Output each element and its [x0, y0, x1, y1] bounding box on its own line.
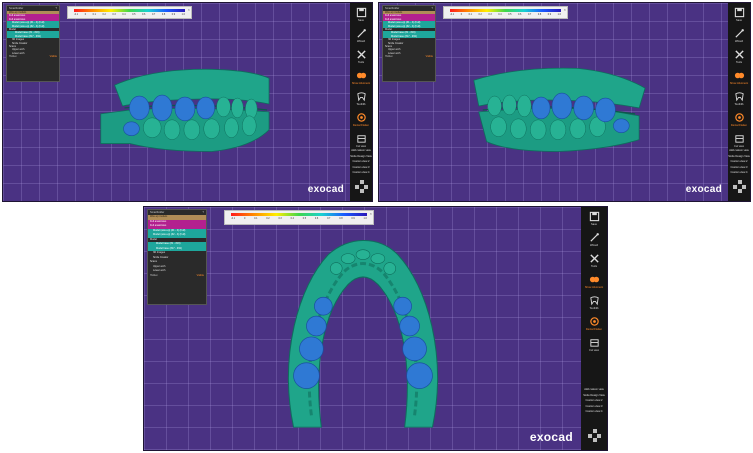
cut-view-icon [356, 135, 366, 143]
cut-view-icon [589, 339, 599, 347]
toothlib-icon [356, 92, 366, 102]
wizard-icon [356, 29, 366, 38]
custom-view-4-button[interactable]: Custom view 4 [730, 170, 747, 176]
smart-abutment-icon [589, 276, 599, 283]
dental-model-occlusal[interactable] [144, 207, 581, 450]
tooth-scheme-icon [589, 317, 599, 326]
custom-views-list: Add custom view Smile Design View Custom… [581, 387, 607, 415]
tooth-scheme-icon [734, 113, 744, 122]
dental-flatten-button[interactable]: Dental Flatten [586, 316, 602, 331]
wizard-button[interactable]: Wizard [353, 28, 369, 43]
screenshot-right-view: -0.1 0 0.1 0.2 0.3 0.4 0.5 0.6 0.7 0.8 0.9 1.0 × Sm… [378, 2, 751, 202]
view-navigation-pad[interactable] [588, 429, 601, 442]
custom-views-list: Add custom view Smile Design View Custom… [350, 148, 372, 176]
tools-button[interactable]: Tools [353, 49, 369, 64]
tools-button[interactable]: Tools [731, 49, 747, 64]
dental-flatten-button[interactable]: Dental Flatten [731, 112, 747, 127]
wizard-button[interactable]: Wizard [586, 232, 602, 247]
show-abutment-button[interactable]: Show Abutment [352, 70, 370, 85]
cut-view-icon [734, 135, 744, 143]
cut-view-button[interactable]: Cut view [731, 133, 747, 148]
show-abutment-button[interactable]: Show Abutment [585, 274, 603, 289]
3d-viewport[interactable]: -0.1 0 0.1 0.2 0.3 0.4 0.5 0.6 0.7 0.8 0.9 1.0 × Sm… [144, 207, 581, 450]
view-navigation-pad[interactable] [733, 180, 746, 193]
save-button[interactable]: Save [731, 7, 747, 22]
cut-view-button[interactable]: Cut view [586, 337, 602, 352]
custom-views-list: Add custom view Smile Design View Custom… [728, 148, 750, 176]
exocad-logo: exocad [307, 184, 344, 195]
3d-viewport[interactable]: -0.1 0 0.1 0.2 0.3 0.4 0.5 0.6 0.7 0.8 0.9 1.0 × Sm… [379, 3, 728, 201]
wizard-icon [589, 233, 599, 242]
toothlib-icon [589, 296, 599, 306]
toothlib-icon [734, 92, 744, 102]
wizard-button[interactable]: Wizard [731, 28, 747, 43]
toothlib-button[interactable]: Toothlib [353, 91, 369, 106]
cut-view-button[interactable]: Cut view [353, 133, 369, 148]
custom-view-4-button[interactable]: Custom view 4 [585, 409, 602, 415]
tools-icon [356, 50, 366, 59]
smart-abutment-icon [356, 72, 366, 79]
wizard-icon [734, 29, 744, 38]
custom-view-4-button[interactable]: Custom view 4 [352, 170, 369, 176]
dental-model-bite-left[interactable] [3, 3, 350, 201]
smart-abutment-icon [734, 72, 744, 79]
show-abutment-button[interactable]: Show Abutment [730, 70, 748, 85]
toothlib-button[interactable]: Toothlib [586, 295, 602, 310]
dental-flatten-button[interactable]: Dental Flatten [353, 112, 369, 127]
tooth-scheme-icon [356, 113, 366, 122]
exocad-logo: exocad [685, 184, 722, 195]
tools-button[interactable]: Tools [586, 253, 602, 268]
exocad-logo: exocad [529, 430, 573, 444]
3d-viewport[interactable]: -0.1 0 0.1 0.2 0.3 0.4 0.5 0.6 0.7 0.8 0.9 1.0 × Sm… [3, 3, 350, 201]
tools-icon [734, 50, 744, 59]
screenshot-occlusal-view: -0.1 0 0.1 0.2 0.3 0.4 0.5 0.6 0.7 0.8 0.9 1.0 × Sm… [143, 206, 608, 451]
screenshot-left-view: -0.1 0 0.1 0.2 0.3 0.4 0.5 0.6 0.7 0.8 0.9 1.0 × Sm… [2, 2, 373, 202]
save-icon [589, 211, 599, 222]
save-icon [356, 7, 366, 18]
save-icon [734, 7, 744, 18]
toothlib-button[interactable]: Toothlib [731, 91, 747, 106]
view-navigation-pad[interactable] [355, 180, 368, 193]
tools-icon [589, 254, 599, 263]
dental-model-bite-right[interactable] [379, 3, 728, 201]
save-button[interactable]: Save [353, 7, 369, 22]
save-button[interactable]: Save [586, 211, 602, 226]
